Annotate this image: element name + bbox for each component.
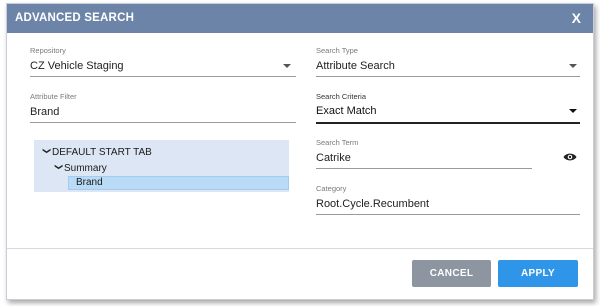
footer-divider xyxy=(7,248,593,249)
repository-select[interactable]: Repository CZ Vehicle Staging xyxy=(30,46,296,78)
chevron-down-icon[interactable]: ❯ xyxy=(55,164,64,174)
attribute-filter-value: Brand xyxy=(30,106,60,118)
search-criteria-value: Exact Match xyxy=(316,105,377,117)
advanced-search-dialog: ADVANCED SEARCH X Repository CZ Vehicle … xyxy=(6,3,594,300)
chevron-down-icon[interactable]: ❯ xyxy=(43,148,52,158)
tree-node-label: DEFAULT START TAB xyxy=(52,147,152,158)
category-label: Category xyxy=(316,184,347,193)
search-criteria-underline xyxy=(316,122,580,124)
cancel-button[interactable]: CANCEL xyxy=(412,260,491,287)
category-input[interactable]: Category Root.Cycle.Recumbent xyxy=(316,184,580,216)
search-term-value: Catrike xyxy=(316,152,351,164)
repository-value: CZ Vehicle Staging xyxy=(30,60,124,72)
attribute-filter-underline xyxy=(30,122,296,123)
repository-label: Repository xyxy=(30,46,66,55)
tree-node-summary[interactable]: ❯Summary xyxy=(54,163,107,177)
search-term-underline xyxy=(316,168,532,169)
search-term-label: Search Term xyxy=(316,138,359,147)
search-type-label: Search Type xyxy=(316,46,358,55)
dialog-titlebar: ADVANCED SEARCH X xyxy=(7,4,593,33)
attribute-filter-input[interactable]: Attribute Filter Brand xyxy=(30,92,296,124)
repository-underline xyxy=(30,76,296,77)
tree-node-default-start-tab[interactable]: ❯DEFAULT START TAB xyxy=(42,147,152,161)
search-criteria-select[interactable]: Search Criteria Exact Match xyxy=(316,92,580,124)
tree-node-label: Summary xyxy=(64,163,107,174)
attribute-tree: ❯DEFAULT START TAB ❯Summary Brand xyxy=(34,140,289,192)
search-type-underline xyxy=(316,76,580,77)
dialog-title: ADVANCED SEARCH xyxy=(15,12,135,24)
tree-node-label: Brand xyxy=(76,177,103,188)
category-value: Root.Cycle.Recumbent xyxy=(316,198,430,210)
dropdown-caret-icon xyxy=(569,109,577,113)
search-type-value: Attribute Search xyxy=(316,60,395,72)
category-underline xyxy=(316,214,580,215)
search-type-select[interactable]: Search Type Attribute Search xyxy=(316,46,580,78)
attribute-filter-label: Attribute Filter xyxy=(30,92,77,101)
apply-button[interactable]: APPLY xyxy=(498,260,578,287)
close-button[interactable]: X xyxy=(572,10,581,26)
search-criteria-label: Search Criteria xyxy=(316,92,367,101)
dropdown-caret-icon xyxy=(569,64,577,68)
eye-icon[interactable] xyxy=(563,152,577,162)
dropdown-caret-icon xyxy=(283,64,291,68)
search-term-input[interactable]: Search Term Catrike xyxy=(316,138,532,170)
tree-node-brand[interactable]: Brand xyxy=(68,176,289,190)
